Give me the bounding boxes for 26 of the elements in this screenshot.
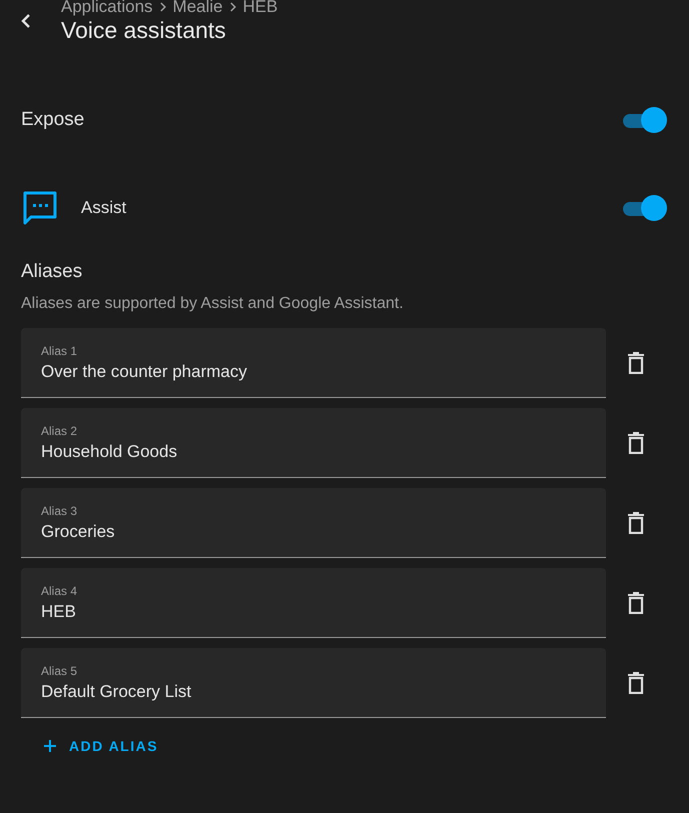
plus-icon <box>43 739 57 753</box>
delete-button[interactable] <box>625 350 647 376</box>
delete-button[interactable] <box>625 510 647 536</box>
section-description: Aliases are supported by Assist and Google Assistant. <box>21 294 404 314</box>
chevron-left-icon <box>21 14 31 28</box>
chevron-icon <box>158 1 167 13</box>
breadcrumb-item[interactable]: Applications <box>61 0 153 18</box>
delete-button[interactable] <box>625 670 647 696</box>
alias-field[interactable]: Alias 1 Over the counter pharmacy <box>21 328 606 398</box>
alias-field[interactable]: Alias 4 HEB <box>21 568 606 638</box>
alias-field[interactable]: Alias 3 Groceries <box>21 488 606 558</box>
section-title: Aliases <box>21 260 84 284</box>
breadcrumb-item[interactable]: HEB <box>242 0 278 18</box>
delete-button[interactable] <box>625 430 647 456</box>
add-alias-button[interactable]: ADD ALIAS <box>43 736 158 756</box>
chevron-icon <box>228 1 237 13</box>
page-title: Voice assistants <box>61 16 227 45</box>
chat-icon <box>22 190 58 226</box>
toggle-switch[interactable] <box>621 107 667 134</box>
assistant-label: Assist <box>81 196 128 219</box>
toggle-switch[interactable] <box>621 194 667 220</box>
expose-label: Expose <box>21 108 84 132</box>
delete-button[interactable] <box>625 590 647 616</box>
alias-field[interactable]: Alias 2 Household Goods <box>21 408 606 478</box>
alias-field[interactable]: Alias 5 Default Grocery List <box>21 648 606 718</box>
breadcrumb-item[interactable]: Mealie <box>172 0 223 18</box>
